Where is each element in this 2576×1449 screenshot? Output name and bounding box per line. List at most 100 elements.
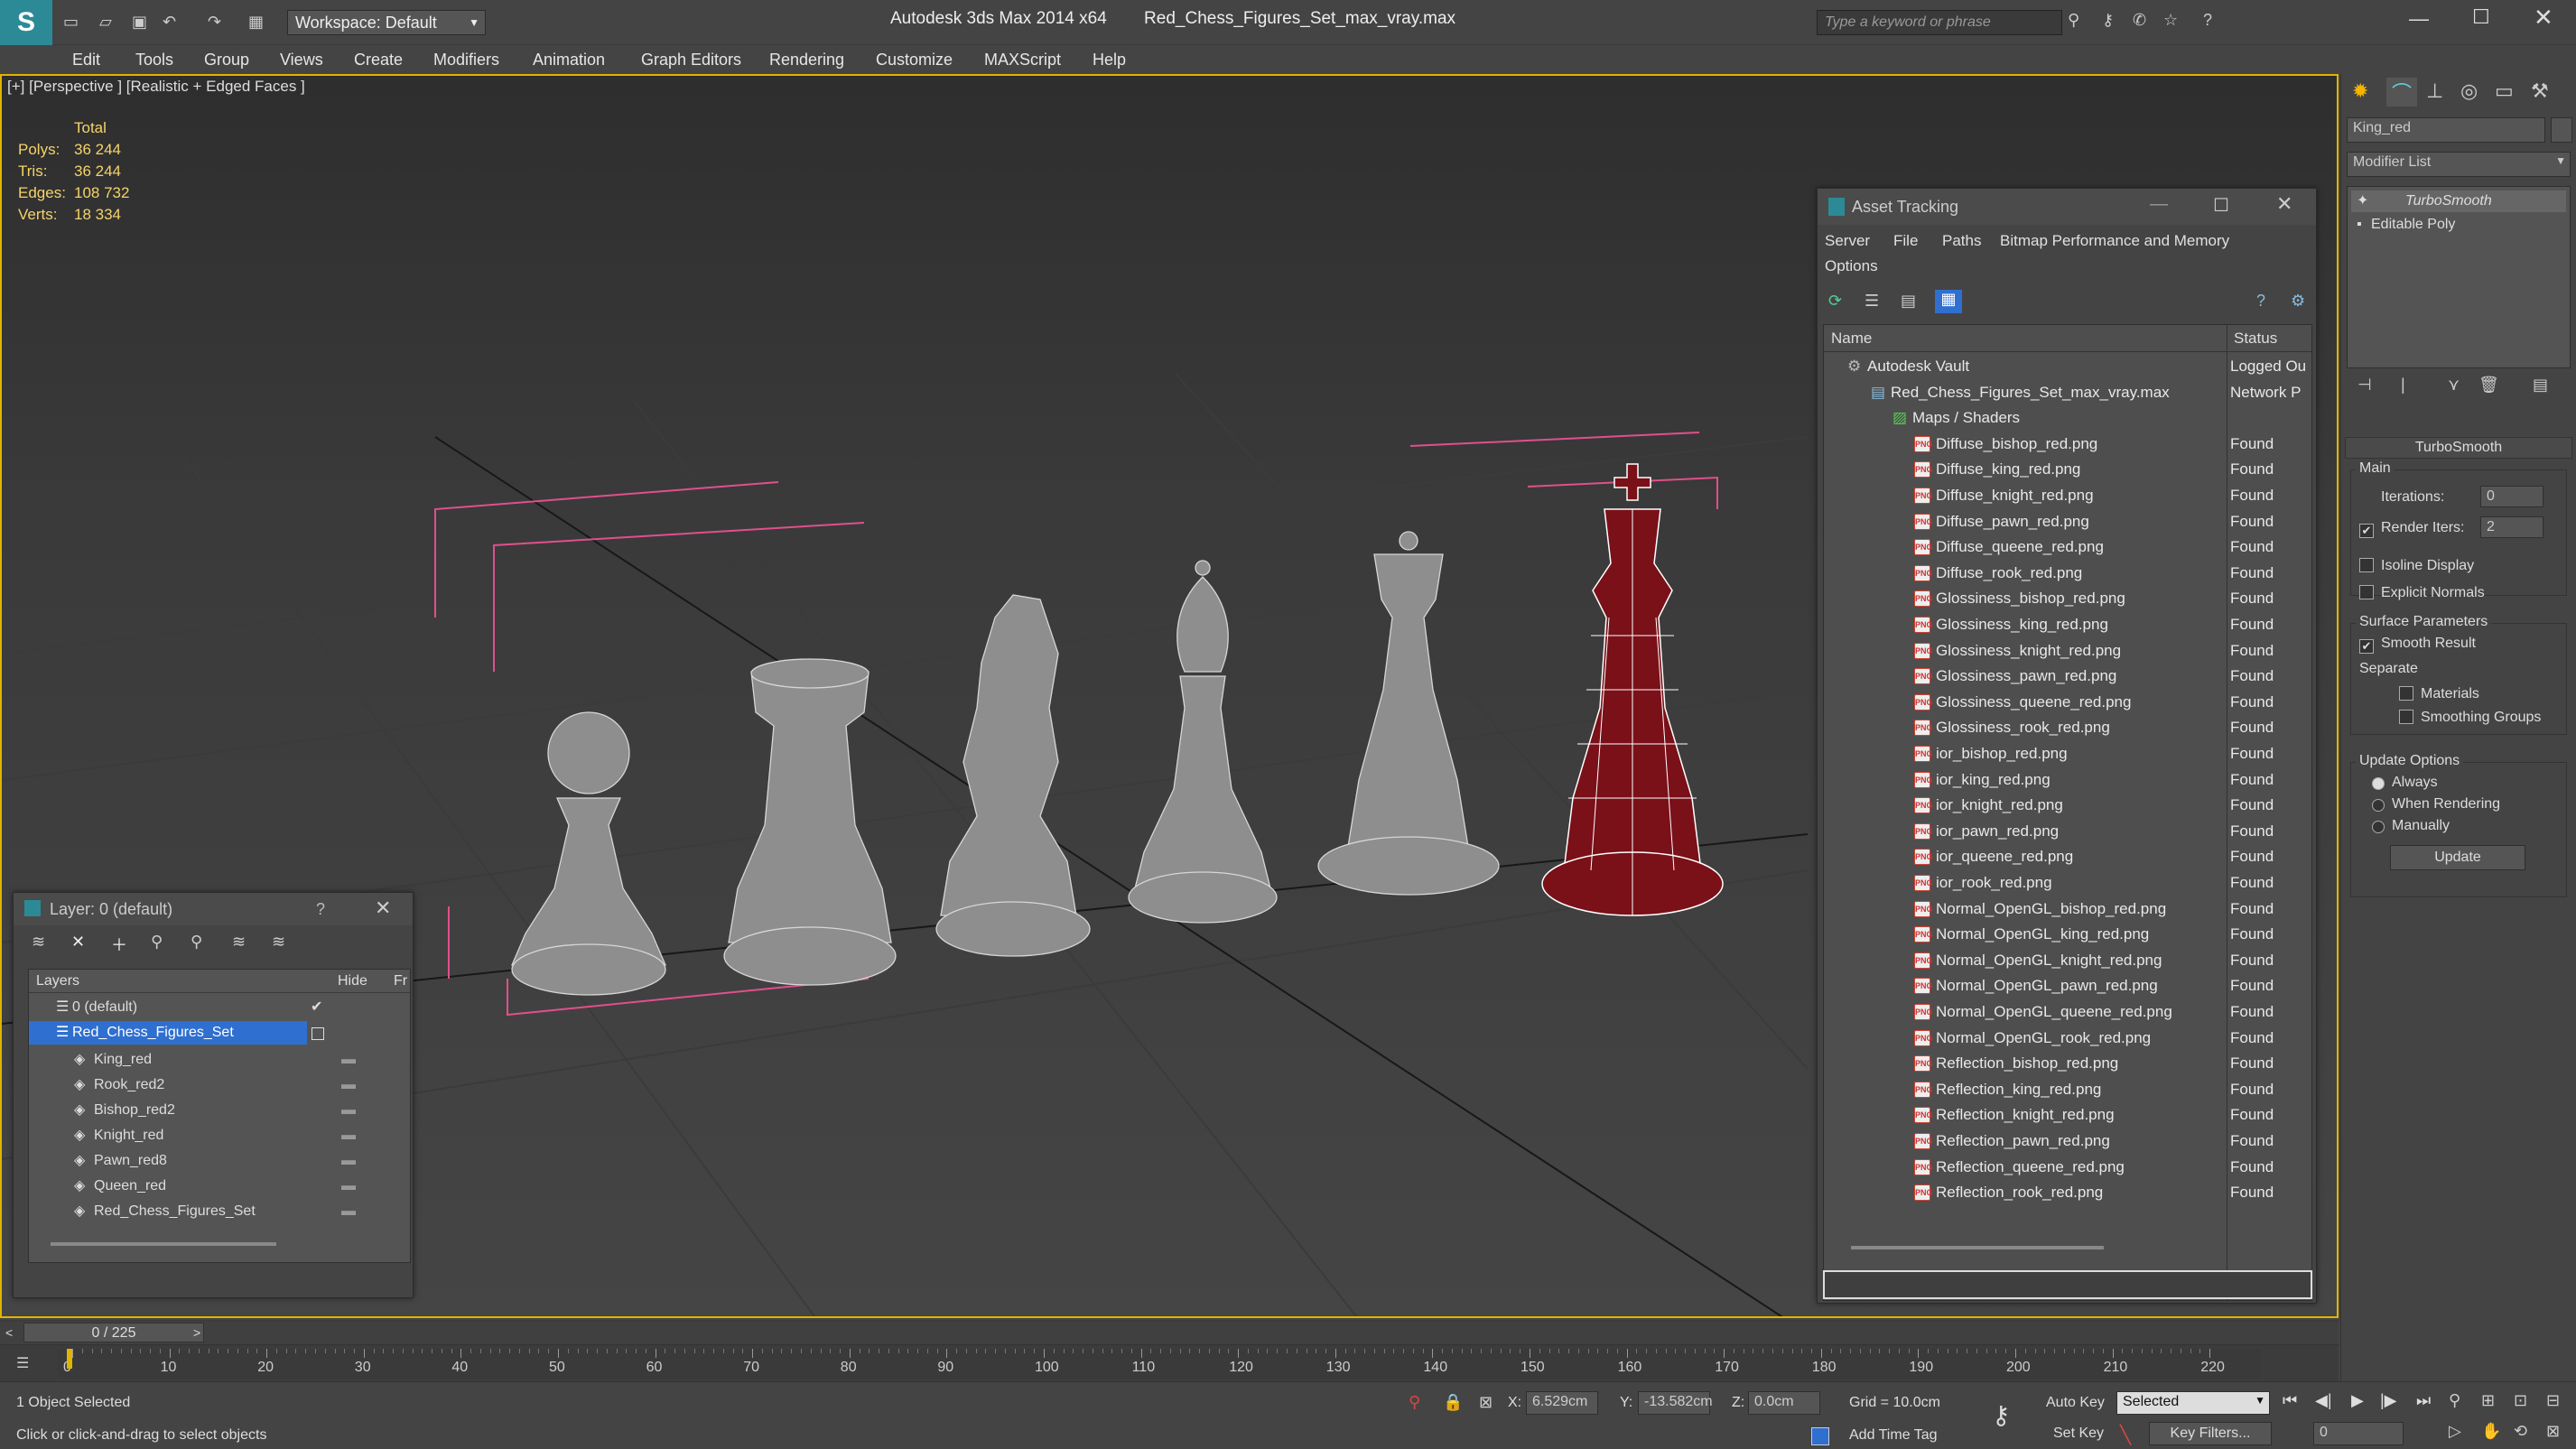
minimize-icon[interactable]: — — [2150, 194, 2168, 215]
app-logo-icon[interactable]: S — [0, 0, 52, 45]
asset-row-map[interactable]: PNG ior_king_red.png Found — [1824, 767, 2311, 793]
asset-row-map[interactable]: PNG Glossiness_queene_red.png Found — [1824, 690, 2311, 715]
iterations-spinner[interactable]: 0 — [2480, 486, 2543, 507]
field-of-view-icon[interactable]: ▷ — [2449, 1422, 2461, 1441]
asset-row-map[interactable]: PNG ior_pawn_red.png Found — [1824, 819, 2311, 844]
asset-row-map[interactable]: PNG ior_bishop_red.png Found — [1824, 741, 2311, 766]
asset-list-scrollbar[interactable] — [1851, 1246, 2104, 1249]
open-file-icon[interactable]: ▱ — [99, 13, 112, 32]
modify-tab-icon[interactable]: ⌒ — [2386, 78, 2417, 107]
col-name[interactable]: Name — [1831, 325, 1872, 352]
asset-row-map[interactable]: PNG Reflection_king_red.png Found — [1824, 1077, 2311, 1102]
hide-toggle-icon[interactable]: ▬ — [341, 1199, 356, 1224]
layer-row-default[interactable]: ☰ 0 (default) ✔ — [29, 995, 410, 1020]
configure-sets-icon[interactable]: ▤ — [2533, 376, 2548, 395]
hide-toggle-icon[interactable]: ▬ — [341, 1047, 356, 1073]
freeze-all-icon[interactable]: ≋ — [272, 933, 285, 952]
asset-row-max-file[interactable]: ▤ Red_Chess_Figures_Set_max_vray.max Netwo… — [1824, 380, 2311, 405]
rollout-header[interactable]: TurboSmooth — [2345, 437, 2572, 459]
asset-row-map[interactable]: PNG Diffuse_pawn_red.png Found — [1824, 509, 2311, 534]
asset-row-map[interactable]: PNG Glossiness_rook_red.png Found — [1824, 715, 2311, 740]
rook-figure[interactable] — [723, 658, 897, 986]
asset-row-map[interactable]: PNG Reflection_pawn_red.png Found — [1824, 1129, 2311, 1154]
pan-icon[interactable]: ✋ — [2481, 1422, 2501, 1441]
menu-customize[interactable]: Customize — [876, 45, 953, 75]
hide-all-icon[interactable]: ≋ — [232, 933, 246, 952]
time-slider-thumb[interactable]: 0 / 225 — [23, 1323, 204, 1342]
key-filters-button[interactable]: Key Filters... — [2149, 1422, 2272, 1445]
asset-row-map[interactable]: PNG Reflection_bishop_red.png Found — [1824, 1051, 2311, 1076]
maximize-viewport-icon[interactable]: ⊟ — [2546, 1391, 2560, 1410]
prev-frame-arrow-icon[interactable]: < — [5, 1325, 13, 1340]
menu-rendering[interactable]: Rendering — [769, 45, 844, 75]
menu-server[interactable]: Server — [1825, 232, 1870, 250]
add-to-layer-icon[interactable]: ＋ — [111, 933, 127, 956]
bishop-figure[interactable] — [1128, 560, 1278, 924]
object-row[interactable]: ◈ King_red ▬ — [29, 1047, 410, 1073]
close-icon[interactable]: ✕ — [375, 896, 391, 920]
workspace-dropdown[interactable]: Workspace: Default ▼ — [287, 10, 486, 35]
object-row[interactable]: ◈ Pawn_red8 ▬ — [29, 1148, 410, 1174]
settings-icon[interactable]: ⚙ — [2291, 292, 2305, 311]
col-hide[interactable]: Hide — [338, 970, 367, 993]
asset-row-map[interactable]: PNG Normal_OpenGL_queene_red.png Found — [1824, 999, 2311, 1025]
king-figure-selected[interactable] — [1541, 463, 1724, 916]
help-icon[interactable]: ? — [2203, 11, 2212, 30]
layer-list-scrollbar[interactable] — [51, 1242, 276, 1246]
menu-options[interactable]: Options — [1825, 257, 1878, 275]
orbit-icon[interactable]: ⟲ — [2514, 1422, 2527, 1441]
asset-row-map[interactable]: PNG Diffuse_king_red.png Found — [1824, 457, 2311, 482]
maximize-toggle-icon[interactable]: ⊠ — [2546, 1422, 2560, 1441]
utilities-tab-icon[interactable]: ⚒ — [2531, 79, 2549, 103]
select-in-layer-icon[interactable]: ⚲ — [151, 933, 163, 952]
queen-figure[interactable] — [1317, 531, 1500, 896]
menu-maxscript[interactable]: MAXScript — [984, 45, 1061, 75]
hide-toggle-icon[interactable]: ▬ — [341, 1148, 356, 1174]
object-name-field[interactable]: King_red — [2347, 117, 2545, 143]
zoom-icon[interactable]: ⚲ — [2449, 1391, 2460, 1410]
asset-row-map[interactable]: PNG Normal_OpenGL_pawn_red.png Found — [1824, 973, 2311, 999]
thumbnail-view-icon[interactable]: ▤ — [1901, 292, 1916, 311]
menu-edit[interactable]: Edit — [72, 45, 100, 75]
object-row[interactable]: ◈ Rook_red2 ▬ — [29, 1073, 410, 1098]
layer-row-selected[interactable]: ☰ Red_Chess_Figures_Set — [29, 1020, 410, 1045]
layer-window-titlebar[interactable]: Layer: 0 (default) ? ✕ — [14, 893, 413, 925]
current-frame-field[interactable]: 0 — [2313, 1422, 2404, 1445]
make-unique-icon[interactable]: ⋎ — [2448, 376, 2460, 395]
project-icon[interactable]: ▦ — [248, 13, 264, 32]
asset-row-map[interactable]: PNG Diffuse_rook_red.png Found — [1824, 561, 2311, 586]
next-frame-arrow-icon[interactable]: > — [193, 1325, 200, 1340]
hide-toggle-icon[interactable]: ▬ — [341, 1073, 356, 1098]
favorites-star-icon[interactable]: ☆ — [2163, 11, 2178, 30]
render-iters-checkbox[interactable]: ✔ — [2359, 520, 2374, 538]
help-icon[interactable]: ? — [2256, 292, 2265, 311]
asset-row-map[interactable]: PNG ior_queene_red.png Found — [1824, 844, 2311, 869]
asset-row-map[interactable]: PNG ior_knight_red.png Found — [1824, 793, 2311, 818]
close-button[interactable]: ✕ — [2534, 4, 2553, 32]
zoom-extents-icon[interactable]: ⊡ — [2514, 1391, 2527, 1410]
next-frame-icon[interactable]: |▶ — [2380, 1391, 2397, 1410]
absolute-mode-icon[interactable]: ⊠ — [1479, 1393, 1493, 1412]
update-button[interactable]: Update — [2390, 845, 2525, 870]
menu-bitmap-performance[interactable]: Bitmap Performance and Memory — [2000, 232, 2229, 250]
z-coordinate-field[interactable]: 0.0cm — [1748, 1391, 1820, 1415]
object-row[interactable]: ◈ Queen_red ▬ — [29, 1174, 410, 1199]
col-status[interactable]: Status — [2234, 325, 2277, 352]
redo-icon[interactable]: ↷ — [208, 13, 221, 32]
previous-frame-icon[interactable]: ◀| — [2315, 1391, 2332, 1410]
lock-selection-icon[interactable]: 🔒 — [1443, 1393, 1463, 1412]
binoculars-icon[interactable]: ⚲ — [2068, 11, 2079, 30]
object-row[interactable]: ◈ Knight_red ▬ — [29, 1123, 410, 1148]
create-tab-icon[interactable]: ✹ — [2352, 79, 2368, 103]
isolate-icon[interactable]: ⚲ — [1409, 1393, 1420, 1412]
asset-row-vault[interactable]: ⚙ Autodesk Vault Logged Ou — [1824, 354, 2311, 379]
go-to-start-icon[interactable]: ⏮ — [2283, 1391, 2297, 1410]
object-row[interactable]: ◈ Bishop_red2 ▬ — [29, 1098, 410, 1123]
asset-row-map[interactable]: PNG Glossiness_bishop_red.png Found — [1824, 586, 2311, 611]
add-time-tag[interactable]: Add Time Tag — [1849, 1427, 1938, 1444]
asset-row-map[interactable]: PNG Normal_OpenGL_king_red.png Found — [1824, 922, 2311, 947]
list-view-icon[interactable]: ☰ — [1865, 292, 1879, 311]
table-view-icon[interactable]: ▦ — [1935, 290, 1962, 313]
highlight-layer-icon[interactable]: ⚲ — [191, 933, 202, 952]
subscription-icon[interactable]: ⚷ — [2102, 11, 2114, 30]
